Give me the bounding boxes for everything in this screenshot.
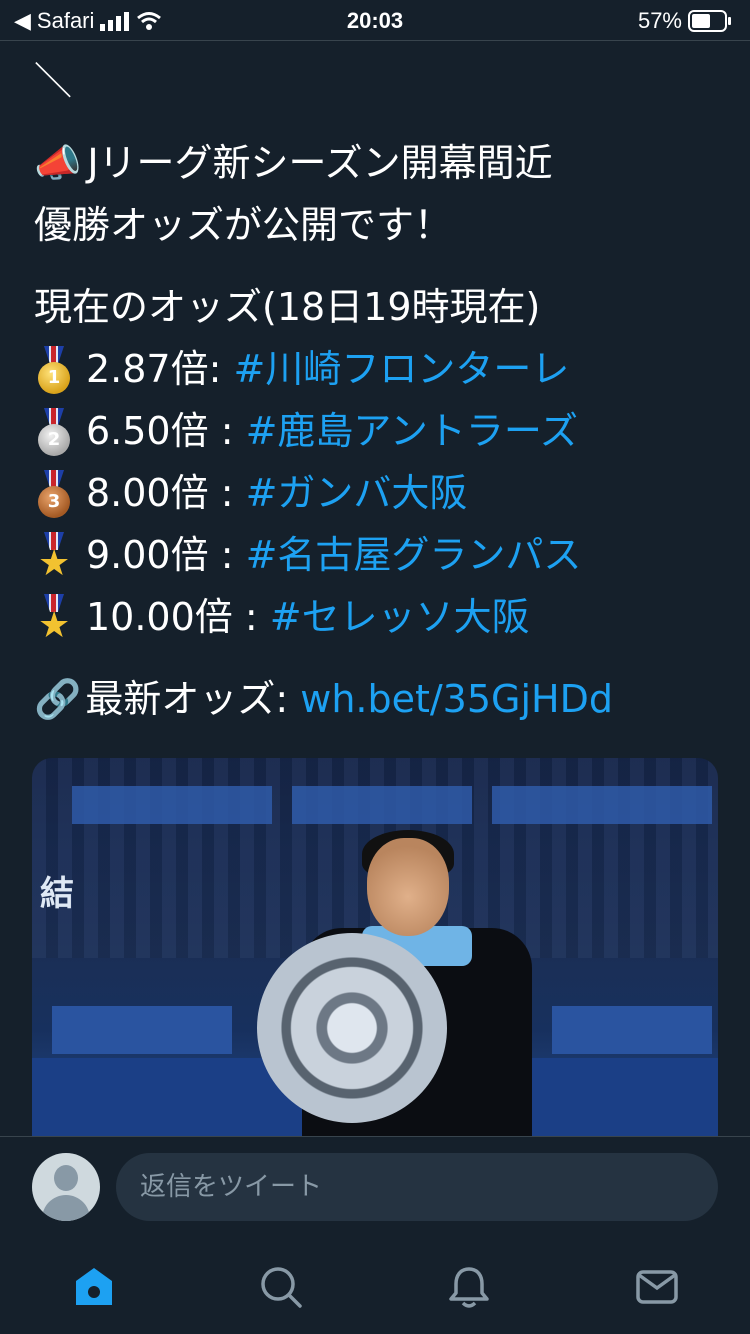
photo-banner-text: 結	[40, 874, 74, 914]
team-hashtag[interactable]: #鹿島アントラーズ	[246, 400, 578, 462]
odds-value: 8.00倍 :	[86, 471, 234, 515]
odds-row: 2 6.50倍 : #鹿島アントラーズ	[34, 400, 724, 462]
odds-value: 10.00倍 :	[86, 595, 258, 639]
odds-row: 3 8.00倍 : #ガンバ大阪	[34, 462, 724, 524]
team-hashtag[interactable]: #名古屋グランパス	[246, 524, 582, 586]
search-icon[interactable]	[259, 1265, 303, 1309]
reply-bar: 返信をツイート	[0, 1137, 750, 1237]
reply-input[interactable]: 返信をツイート	[116, 1153, 718, 1221]
team-hashtag[interactable]: #ガンバ大阪	[246, 462, 468, 524]
latest-odds-label: 最新オッズ:	[85, 677, 289, 721]
link-icon: 🔗	[34, 677, 82, 721]
silver-medal-icon: 2	[34, 406, 74, 456]
latest-odds-link[interactable]: wh.bet/35GjHDd	[300, 668, 613, 730]
latest-odds-line: 🔗 最新オッズ: wh.bet/35GjHDd	[34, 668, 724, 730]
gold-medal-icon: 1	[34, 344, 74, 394]
trophy-shield	[257, 933, 447, 1123]
team-hashtag[interactable]: #川崎フロンターレ	[234, 338, 570, 400]
notifications-icon[interactable]	[447, 1265, 491, 1309]
tab-bar	[0, 1237, 750, 1334]
odds-title: 現在のオッズ(18日19時現在)	[34, 285, 541, 329]
team-hashtag[interactable]: #セレッソ大阪	[270, 586, 530, 648]
status-divider	[0, 40, 750, 41]
headline-text-1: Jリーグ新シーズン開幕間近	[87, 141, 553, 185]
odds-value: 2.87倍:	[86, 347, 222, 391]
bronze-medal-icon: 3	[34, 468, 74, 518]
megaphone-icon: 📣	[34, 141, 82, 185]
headline-line-1: 📣 Jリーグ新シーズン開幕間近	[34, 132, 724, 194]
military-medal-icon: ★	[34, 592, 74, 644]
military-medal-icon: ★	[34, 530, 74, 582]
odds-value: 9.00倍 :	[86, 533, 234, 577]
tweet-photo[interactable]: 結	[32, 758, 718, 1136]
headline-line-2: 優勝オッズが公開です！	[34, 203, 453, 247]
odds-row: ★ 9.00倍 : #名古屋グランパス	[34, 524, 724, 586]
messages-icon[interactable]	[635, 1265, 679, 1309]
odds-row: ★ 10.00倍 : #セレッソ大阪	[34, 586, 724, 648]
battery-percent: 57%	[637, 8, 682, 33]
slash-line: ＼	[34, 59, 73, 103]
avatar[interactable]	[32, 1153, 100, 1221]
battery-icon	[688, 10, 731, 32]
tweet-body: ＼ 📣 Jリーグ新シーズン開幕間近 優勝オッズが公開です！ 現在のオッズ(18日…	[34, 50, 724, 730]
status-bar: ◀ Safari 20:03 57%	[0, 0, 750, 40]
odds-value: 6.50倍 :	[86, 409, 234, 453]
odds-row: 1 2.87倍: #川崎フロンターレ	[34, 338, 724, 400]
home-icon[interactable]	[72, 1265, 116, 1309]
photo-person-head	[367, 838, 449, 936]
